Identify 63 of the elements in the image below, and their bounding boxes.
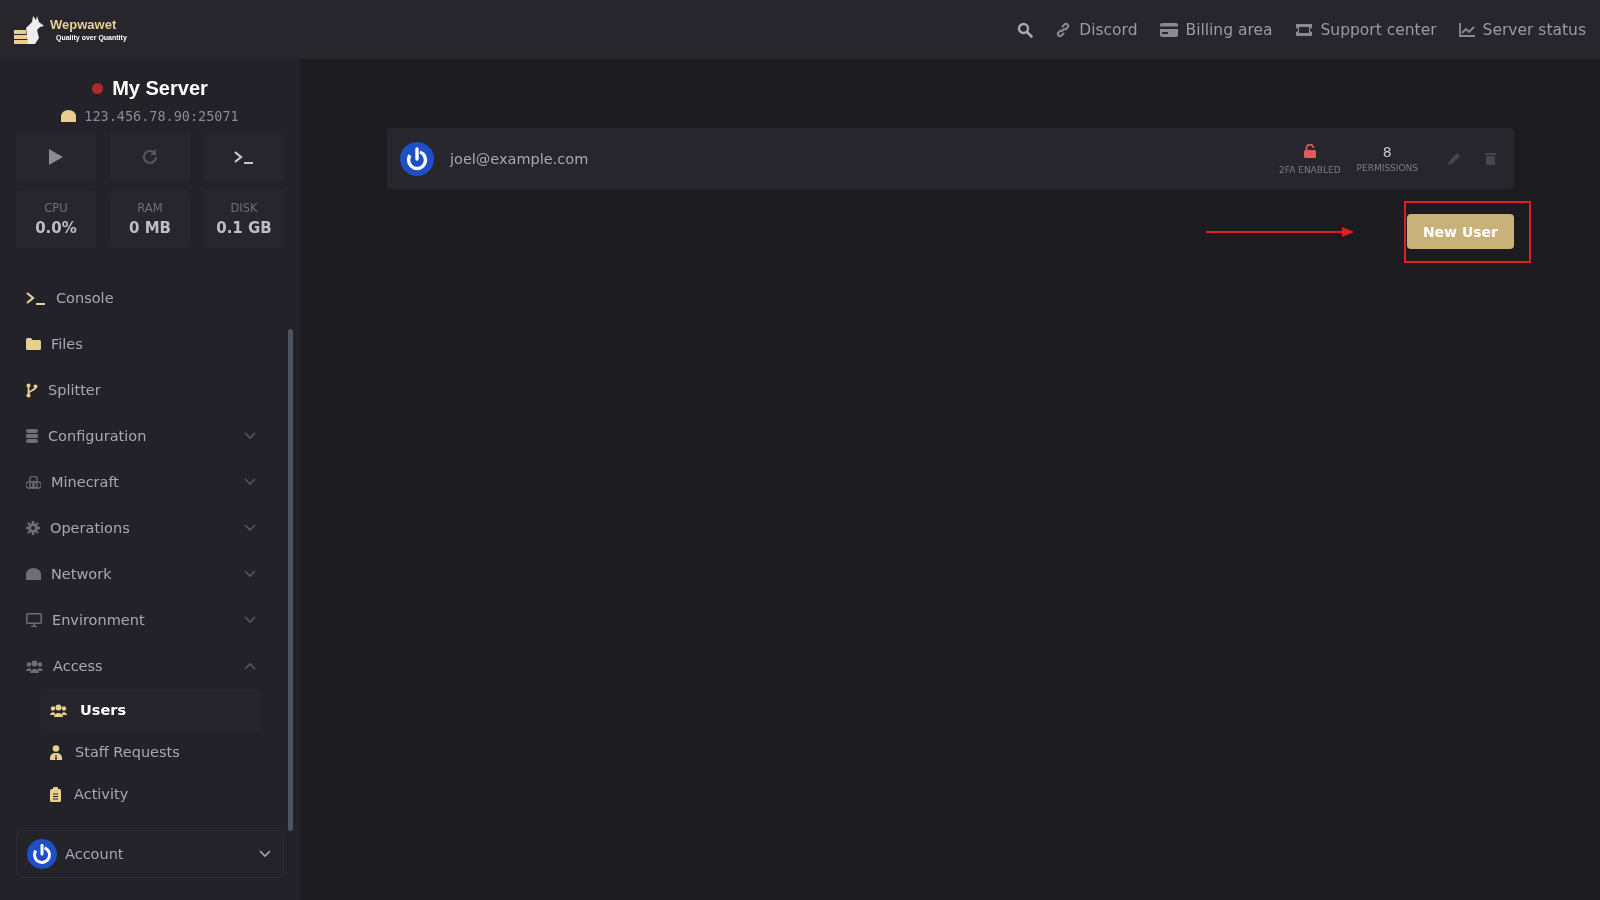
- console-button[interactable]: [204, 132, 284, 182]
- account-menu[interactable]: Account: [16, 830, 284, 878]
- clipboard-icon: [50, 786, 61, 802]
- user-email: joel@example.com: [450, 150, 590, 167]
- search-button[interactable]: [1017, 21, 1034, 38]
- nav-link[interactable]: Billing area: [1159, 20, 1273, 39]
- logo-text: Wepwawet: [50, 18, 118, 31]
- ethernet-icon: [61, 110, 77, 122]
- unlocked-icon: [1303, 143, 1316, 158]
- power-avatar-icon: [400, 141, 434, 176]
- database-icon: [26, 429, 38, 443]
- user-group-icon: [26, 659, 43, 673]
- person-icon: [50, 744, 62, 760]
- stat-value: 0 MB: [129, 219, 171, 237]
- stat-label: RAM: [137, 201, 163, 215]
- cubes-icon: [26, 475, 41, 489]
- nav-link[interactable]: Discord: [1055, 20, 1138, 39]
- start-button[interactable]: [16, 132, 96, 182]
- monitor-icon: [26, 613, 42, 627]
- restart-button[interactable]: [110, 132, 190, 182]
- search-icon: [1017, 21, 1034, 38]
- restart-icon: [142, 149, 158, 165]
- menu-item[interactable]: Splitter: [16, 367, 262, 413]
- stat-value: 0.0%: [35, 219, 77, 237]
- scrollbar[interactable]: [288, 329, 293, 831]
- terminal-icon: [26, 291, 46, 305]
- user-group-icon: [50, 703, 67, 717]
- trash-icon: [1485, 152, 1496, 165]
- two-fa-label: 2FA ENABLED: [1279, 164, 1341, 175]
- delete-button[interactable]: [1485, 152, 1496, 165]
- line-chart-icon: [1458, 22, 1475, 37]
- server-address: 123.456.78.90:25071: [84, 108, 239, 124]
- link-icon: [1055, 21, 1072, 38]
- pencil-icon: [1448, 152, 1461, 165]
- menu-item[interactable]: Files: [16, 321, 262, 367]
- menu-group[interactable]: Network: [16, 551, 262, 597]
- menu-item[interactable]: Activity: [40, 773, 262, 815]
- chevron-icon: [259, 850, 271, 858]
- menu-group[interactable]: Access: [16, 643, 262, 689]
- folder-icon: [26, 338, 41, 350]
- branch-icon: [26, 382, 38, 398]
- edit-button[interactable]: [1448, 152, 1461, 165]
- terminal-icon: [234, 150, 254, 164]
- ethernet-icon: [26, 568, 41, 580]
- server-name: My Server: [112, 77, 208, 100]
- permission-count: 8: [1382, 144, 1392, 160]
- nav-link[interactable]: Support center: [1294, 20, 1437, 39]
- power-avatar-icon: [27, 839, 57, 869]
- play-icon: [49, 149, 63, 165]
- menu-group[interactable]: Minecraft: [16, 459, 262, 505]
- nav-link[interactable]: Server status: [1458, 20, 1586, 39]
- menu-group[interactable]: Configuration: [16, 413, 262, 459]
- menu-item[interactable]: Staff Requests: [40, 731, 262, 773]
- menu-group[interactable]: Environment: [16, 597, 262, 643]
- gear-icon: [26, 521, 40, 535]
- menu-item[interactable]: Console: [16, 275, 262, 321]
- credit-card-icon: [1159, 22, 1178, 37]
- stat-label: CPU: [44, 201, 68, 215]
- ticket-icon: [1294, 22, 1313, 37]
- stat-label: DISK: [230, 201, 258, 215]
- menu-group[interactable]: Operations: [16, 505, 262, 551]
- permissions-label: PERMISSIONS: [1356, 163, 1418, 173]
- stat-value: 0.1 GB: [216, 219, 272, 237]
